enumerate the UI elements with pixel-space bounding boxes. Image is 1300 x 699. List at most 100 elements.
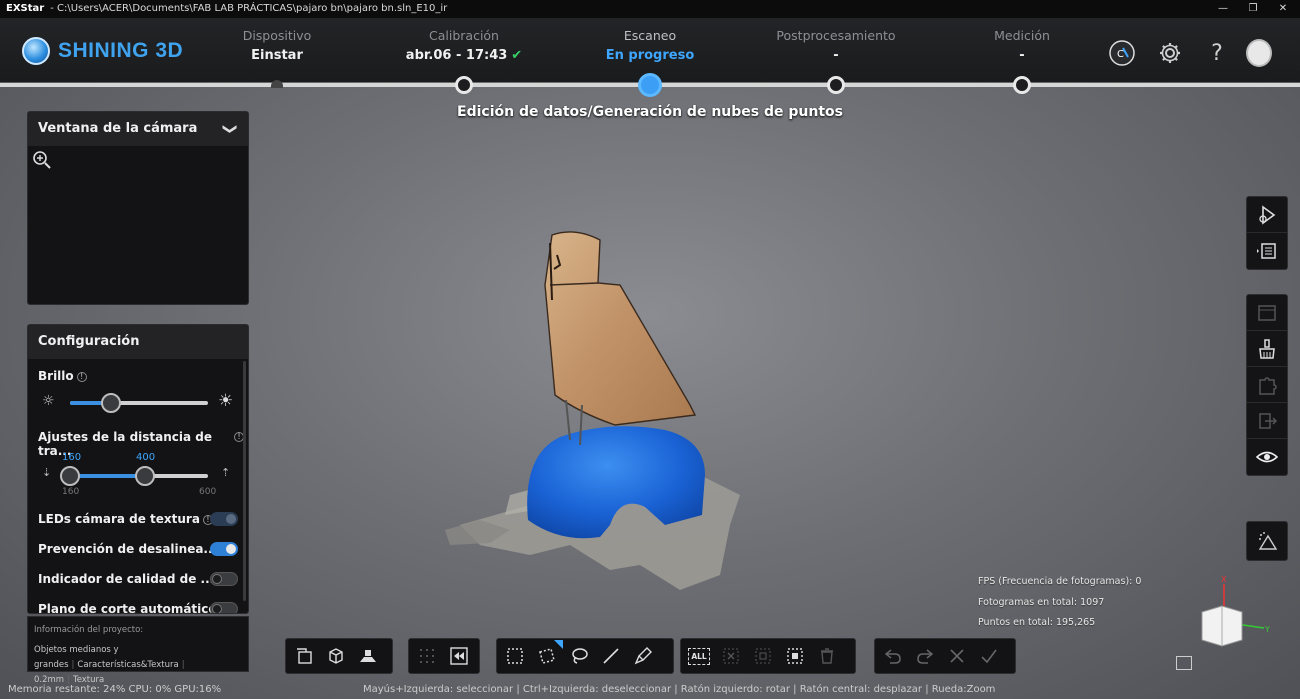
leds-label: LEDs cámara de textura! xyxy=(38,512,213,526)
quality-toggle[interactable] xyxy=(210,572,238,586)
step-label: Medición xyxy=(994,28,1050,43)
project-info-title: Información del proyecto: xyxy=(34,625,144,635)
stage-subtitle: Edición de datos/Generación de nubes de … xyxy=(457,104,843,120)
node-postprocesamiento[interactable] xyxy=(827,76,845,94)
step-calibracion[interactable]: Calibración abr.06 - 17:43 ✔ xyxy=(384,28,544,63)
prevent-toggle[interactable] xyxy=(210,542,238,556)
step-medicion[interactable]: Medición - xyxy=(942,28,1102,63)
status-bar: Memoria restante: 24% CPU: 0% GPU:16% Ma… xyxy=(0,680,1300,699)
line-select-icon[interactable] xyxy=(595,640,627,672)
deselect-icon[interactable] xyxy=(715,640,747,672)
node-calibracion[interactable] xyxy=(455,76,473,94)
camera-panel-title: Ventana de la cámara xyxy=(38,121,198,136)
step-label: Dispositivo xyxy=(242,28,312,43)
orientation-cube[interactable]: X Y xyxy=(1196,572,1276,652)
step-postprocesamiento[interactable]: Postprocesamiento - xyxy=(756,28,916,63)
step-value: En progreso xyxy=(605,48,695,63)
rail-start-marker xyxy=(271,80,283,88)
distance-high-knob[interactable] xyxy=(135,466,155,486)
cx-logo-icon[interactable]: C xyxy=(1109,40,1135,66)
rect-select-icon[interactable] xyxy=(499,640,531,672)
distance-min-tick: 160 xyxy=(62,487,80,497)
step-label: Postprocesamiento xyxy=(776,28,896,43)
resource-usage: Memoria restante: 24% CPU: 0% GPU:16% xyxy=(8,684,222,695)
step-label: Calibración xyxy=(429,28,499,43)
svg-text:X: X xyxy=(1221,575,1227,584)
scan-play-icon[interactable] xyxy=(1247,197,1287,233)
window-icon[interactable] xyxy=(1247,295,1287,331)
node-medicion[interactable] xyxy=(1013,76,1031,94)
panel-collapse-icon[interactable] xyxy=(1247,233,1287,269)
toolbar-view-group xyxy=(285,638,393,674)
logo: SHINING 3D xyxy=(22,36,183,66)
brightness-knob[interactable] xyxy=(101,393,122,413)
right-toolbar-bottom xyxy=(1246,521,1288,561)
undo-icon[interactable] xyxy=(877,640,909,672)
puzzle-icon[interactable] xyxy=(1247,367,1287,403)
select-all-button[interactable]: ALL xyxy=(683,640,715,672)
point-cloud-icon[interactable] xyxy=(1247,522,1287,560)
step-dispositivo[interactable]: Dispositivo Einstar xyxy=(197,28,357,63)
step-value: Einstar xyxy=(251,48,303,63)
eye-icon[interactable] xyxy=(1247,439,1287,475)
sun-high-icon: ☀ xyxy=(218,391,234,411)
distance-far-icon: ⇡ xyxy=(221,466,231,479)
zoom-in-icon[interactable] xyxy=(32,150,52,170)
chevron-down-icon[interactable]: ❯ xyxy=(222,112,238,146)
cut-plane-toggle[interactable] xyxy=(210,602,238,613)
camera-panel-header[interactable]: Ventana de la cámara ❯ xyxy=(28,112,248,146)
help-icon[interactable]: ? xyxy=(1204,40,1230,66)
open-project-icon[interactable] xyxy=(288,640,320,672)
export-icon[interactable] xyxy=(1247,403,1287,439)
cleanup-brush-icon[interactable] xyxy=(1247,331,1287,367)
polygon-select-icon[interactable] xyxy=(531,640,563,672)
config-panel-title: Configuración xyxy=(28,325,248,359)
redo-icon[interactable] xyxy=(909,640,941,672)
distance-low-knob[interactable] xyxy=(60,466,80,486)
cut-plane-label: Plano de corte automático! xyxy=(38,602,230,613)
bounding-box-icon[interactable] xyxy=(320,640,352,672)
confirm-icon[interactable] xyxy=(973,640,1005,672)
config-panel: Configuración Brillo! ☼ ☀ Ajustes de la … xyxy=(27,324,249,614)
user-avatar-icon[interactable] xyxy=(1246,39,1272,67)
brightness-slider[interactable] xyxy=(70,401,208,405)
close-button[interactable]: ✕ xyxy=(1268,0,1298,18)
leds-toggle[interactable] xyxy=(210,512,238,526)
camera-panel: Ventana de la cámara ❯ xyxy=(27,111,249,305)
logo-icon xyxy=(22,37,50,65)
maximize-button[interactable]: ❐ xyxy=(1238,0,1268,18)
mouse-hints: Mayús+Izquierda: seleccionar | Ctrl+Izqu… xyxy=(363,684,996,695)
step-escaneo[interactable]: Escaneo En progreso xyxy=(570,28,730,63)
scan-stats: FPS (Frecuencia de fotogramas): 0 Fotogr… xyxy=(978,572,1141,634)
connected-select-icon[interactable] xyxy=(779,640,811,672)
rewind-icon[interactable] xyxy=(443,640,475,672)
right-toolbar-main xyxy=(1246,294,1288,476)
svg-text:Y: Y xyxy=(1264,625,1270,634)
dots-icon[interactable] xyxy=(411,640,443,672)
info-icon[interactable]: ! xyxy=(76,372,87,382)
cancel-icon[interactable] xyxy=(941,640,973,672)
toolbar-select-group xyxy=(496,638,674,674)
project-info: Información del proyecto: Objetos median… xyxy=(27,616,249,685)
base-plane-icon[interactable] xyxy=(352,640,384,672)
fit-view-icon[interactable] xyxy=(1176,656,1192,670)
gear-icon[interactable] xyxy=(1157,40,1183,66)
minimize-button[interactable]: — xyxy=(1208,0,1238,18)
lasso-select-icon[interactable] xyxy=(563,640,595,672)
invert-selection-icon[interactable] xyxy=(747,640,779,672)
points-stat: Puntos en total: 195,265 xyxy=(978,617,1096,628)
brush-select-icon[interactable] xyxy=(627,640,659,672)
distance-high-value: 400 xyxy=(136,452,156,463)
prevent-label: Prevención de desalinea...! xyxy=(38,542,231,556)
wooden-bird xyxy=(544,231,697,426)
node-escaneo[interactable] xyxy=(638,73,662,97)
logo-text: SHINING 3D xyxy=(58,39,184,62)
fps-stat: FPS (Frecuencia de fotogramas): 0 xyxy=(978,576,1142,587)
check-icon: ✔ xyxy=(511,48,523,63)
project-features: Características&Textura xyxy=(77,660,179,670)
config-scrollbar[interactable] xyxy=(243,361,246,601)
step-value: - xyxy=(1019,48,1025,63)
scan-model-viewport[interactable] xyxy=(440,225,740,605)
delete-icon[interactable] xyxy=(811,640,843,672)
brightness-label: Brillo! xyxy=(38,369,87,383)
